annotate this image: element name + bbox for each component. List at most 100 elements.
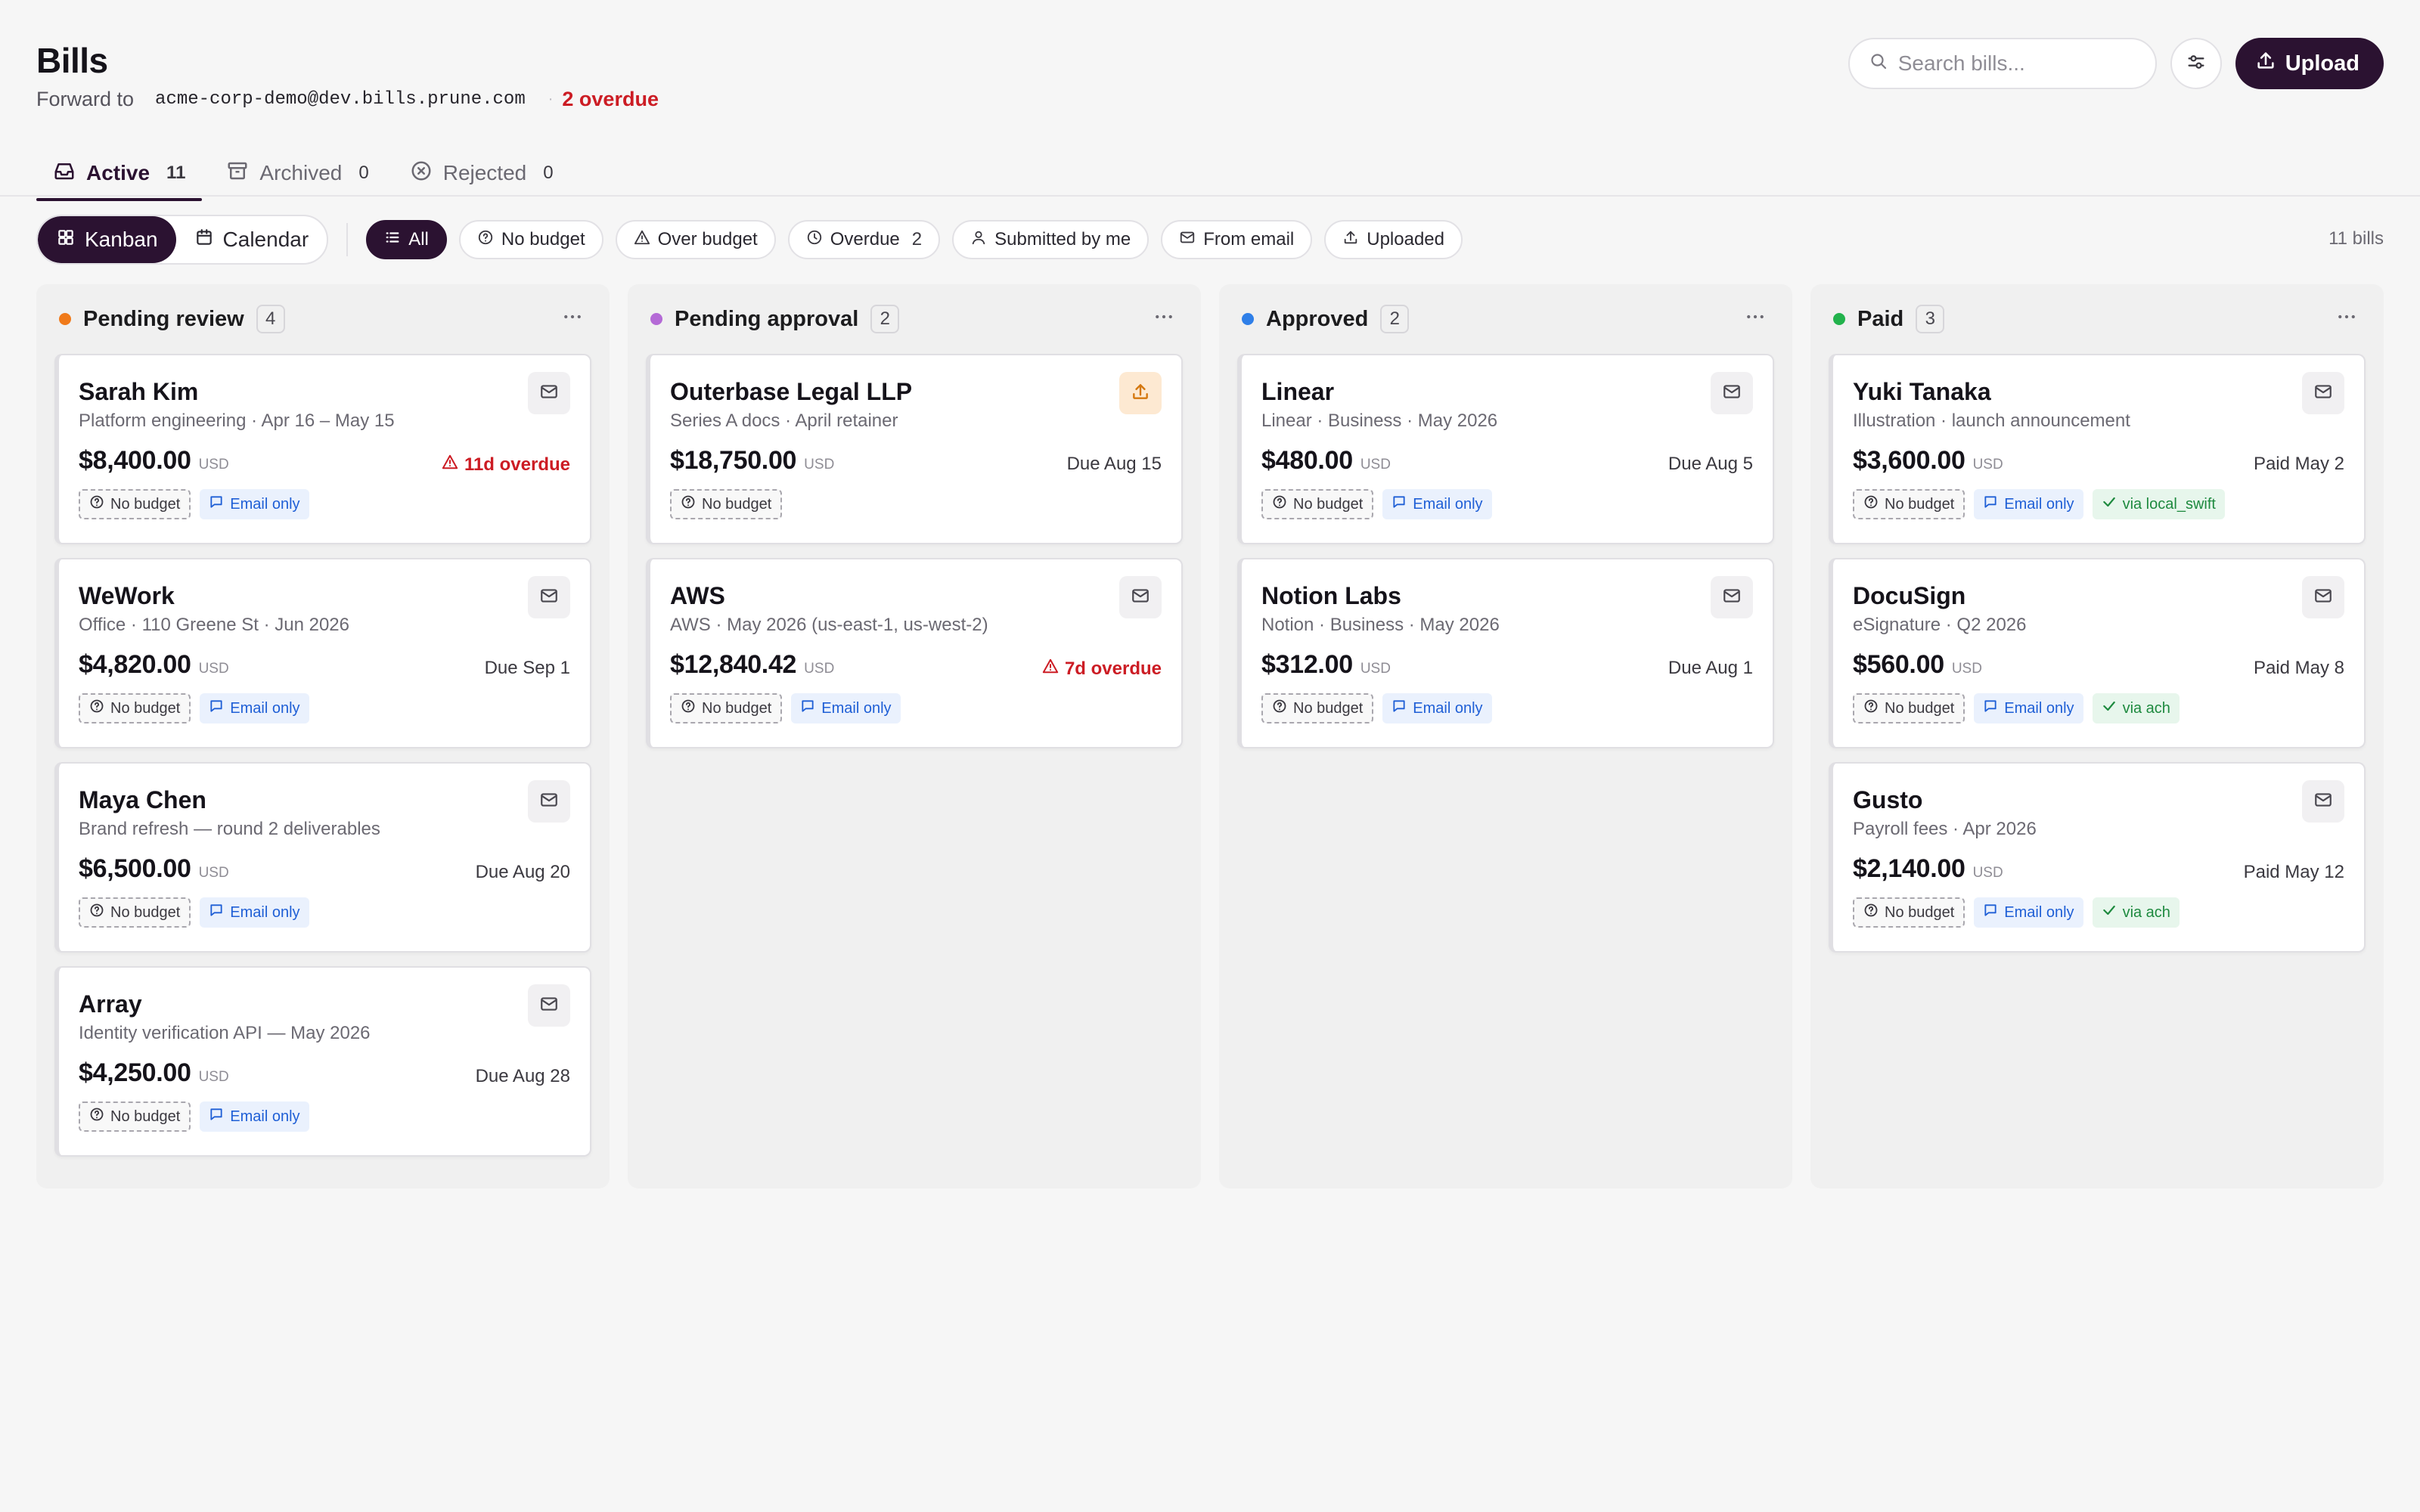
vendor-name: DocuSign xyxy=(1853,582,1966,609)
bill-description: Illustration · launch announcement xyxy=(1853,411,2130,431)
search-box[interactable] xyxy=(1848,38,2157,89)
bill-description: Payroll fees · Apr 2026 xyxy=(1853,819,2037,839)
source-badge[interactable] xyxy=(528,372,570,414)
currency-code: USD xyxy=(1972,865,2003,881)
currency-code: USD xyxy=(1360,457,1391,472)
status-dot xyxy=(650,313,662,325)
tab-divider xyxy=(0,195,2420,197)
status-text: Due Aug 1 xyxy=(1668,658,1753,678)
bill-card[interactable]: Yuki Tanaka Illustration · launch announc… xyxy=(1829,354,2366,544)
mail-icon xyxy=(1179,229,1203,251)
clock-icon xyxy=(806,229,830,251)
alert-triangle-icon xyxy=(634,229,658,251)
status-text: Paid May 8 xyxy=(2253,658,2344,678)
filter-all-chip[interactable]: All xyxy=(366,220,447,259)
overdue-count-link[interactable]: 2 overdue xyxy=(562,88,659,111)
due-date: Due Sep 1 xyxy=(485,658,570,679)
source-badge[interactable] xyxy=(2302,372,2344,414)
due-date: Due Aug 1 xyxy=(1668,658,1753,679)
bill-amount: $312.00 xyxy=(1261,650,1353,679)
email-only-tag: Email only xyxy=(1974,693,2083,723)
kanban-board: Pending review 4 Sarah Kim Platform enginee… xyxy=(36,284,2384,1188)
bill-card[interactable]: Gusto Payroll fees · Apr 2026 $2,140.00 USD… xyxy=(1829,762,2366,953)
status-tabs: Active 11 Archived 0 Rejected 0 xyxy=(36,148,578,201)
bill-card[interactable]: Array Identity verification API — May 202… xyxy=(54,966,591,1157)
source-badge[interactable] xyxy=(528,576,570,618)
source-badge[interactable] xyxy=(1119,576,1162,618)
filter-over-budget-chip[interactable]: Over budget xyxy=(615,220,776,259)
no-budget-tag: No budget xyxy=(670,693,783,723)
currency-code: USD xyxy=(1972,457,2003,472)
due-date: Paid May 8 xyxy=(2254,658,2344,679)
filter-no-budget-chip[interactable]: No budget xyxy=(458,220,603,259)
column-title: Pending approval xyxy=(675,306,859,331)
filter-from-email-chip[interactable]: From email xyxy=(1161,220,1313,259)
bill-card[interactable]: Notion Labs Notion · Business · May 2026 $… xyxy=(1237,558,1774,748)
bill-card[interactable]: Linear Linear · Business · May 2026 $480.0… xyxy=(1237,354,1774,544)
inbox-icon xyxy=(53,160,86,187)
column-header: Approved 2 xyxy=(1237,284,1774,354)
status-dot xyxy=(1242,313,1254,325)
source-badge[interactable] xyxy=(1119,372,1162,414)
upload-icon xyxy=(1342,229,1367,251)
help-circle-icon xyxy=(1272,699,1293,718)
tag-label: No budget xyxy=(110,903,181,921)
message-icon xyxy=(1392,494,1413,514)
source-badge[interactable] xyxy=(1711,576,1753,618)
email-only-tag: Email only xyxy=(791,693,901,723)
view-kanban-button[interactable]: Kanban xyxy=(38,216,176,263)
kanban-column-pending-review: Pending review 4 Sarah Kim Platform enginee… xyxy=(36,284,610,1188)
message-icon xyxy=(209,699,230,718)
tag-row: No budget Email only via local_swift xyxy=(1853,489,2344,519)
bill-card[interactable]: Outerbase Legal LLP Series A docs · April… xyxy=(646,354,1183,544)
tab-count: 0 xyxy=(543,163,554,183)
forward-email[interactable]: acme-corp-demo@dev.bills.prune.com xyxy=(155,89,526,110)
bill-card[interactable]: WeWork Office · 110 Greene St · Jun 2026 $… xyxy=(54,558,591,748)
no-budget-tag: No budget xyxy=(79,897,191,928)
source-badge[interactable] xyxy=(2302,576,2344,618)
tab-archived[interactable]: Archived 0 xyxy=(209,148,385,198)
tab-rejected[interactable]: Rejected 0 xyxy=(393,148,570,198)
user-icon xyxy=(970,229,994,251)
tag-row: No budget Email only xyxy=(79,693,570,723)
status-text: Paid May 2 xyxy=(2253,454,2344,474)
source-badge[interactable] xyxy=(528,984,570,1027)
view-calendar-button[interactable]: Calendar xyxy=(176,216,327,263)
no-budget-tag: No budget xyxy=(1261,693,1374,723)
search-input[interactable] xyxy=(1897,51,2125,76)
no-budget-tag: No budget xyxy=(670,489,783,519)
currency-code: USD xyxy=(198,661,229,677)
help-circle-icon xyxy=(89,903,110,922)
source-badge[interactable] xyxy=(2302,780,2344,823)
check-icon xyxy=(2102,903,2123,922)
more-options-icon[interactable] xyxy=(1744,305,1767,332)
due-date: Paid May 12 xyxy=(2244,862,2344,883)
more-options-icon[interactable] xyxy=(561,305,584,332)
mail-icon xyxy=(1722,586,1742,609)
filter-submitted-by-me-chip[interactable]: Submitted by me xyxy=(952,220,1150,259)
bill-amount: $560.00 xyxy=(1853,650,1944,679)
upload-button[interactable]: Upload xyxy=(2235,38,2384,89)
tab-active[interactable]: Active 11 xyxy=(36,148,203,201)
no-budget-tag: No budget xyxy=(1853,897,1965,928)
tag-label: No budget xyxy=(1885,495,1955,513)
bill-card[interactable]: Sarah Kim Platform engineering · Apr 16 –… xyxy=(54,354,591,544)
more-options-icon[interactable] xyxy=(2335,305,2358,332)
source-badge[interactable] xyxy=(1711,372,1753,414)
help-circle-icon xyxy=(89,1107,110,1126)
header-actions: Upload xyxy=(1848,38,2384,89)
vendor-name: Array xyxy=(79,990,142,1018)
bill-card[interactable]: Maya Chen Brand refresh — round 2 deliver… xyxy=(54,762,591,953)
message-icon xyxy=(1983,494,2004,514)
more-options-icon[interactable] xyxy=(1153,305,1175,332)
filter-uploaded-chip[interactable]: Uploaded xyxy=(1324,220,1463,259)
source-badge[interactable] xyxy=(528,780,570,823)
chip-label: From email xyxy=(1203,229,1295,249)
filter-overdue-chip[interactable]: Overdue 2 xyxy=(787,220,941,259)
bill-card[interactable]: DocuSign eSignature · Q2 2026 $560.00 USD Pa… xyxy=(1829,558,2366,748)
bill-card[interactable]: AWS AWS · May 2026 (us-east-1, us-west-2)… xyxy=(646,558,1183,748)
filter-settings-button[interactable] xyxy=(2170,38,2222,89)
column-header: Pending review 4 xyxy=(54,284,591,354)
bill-description: Office · 110 Greene St · Jun 2026 xyxy=(79,615,349,635)
tag-label: Email only xyxy=(230,903,300,921)
